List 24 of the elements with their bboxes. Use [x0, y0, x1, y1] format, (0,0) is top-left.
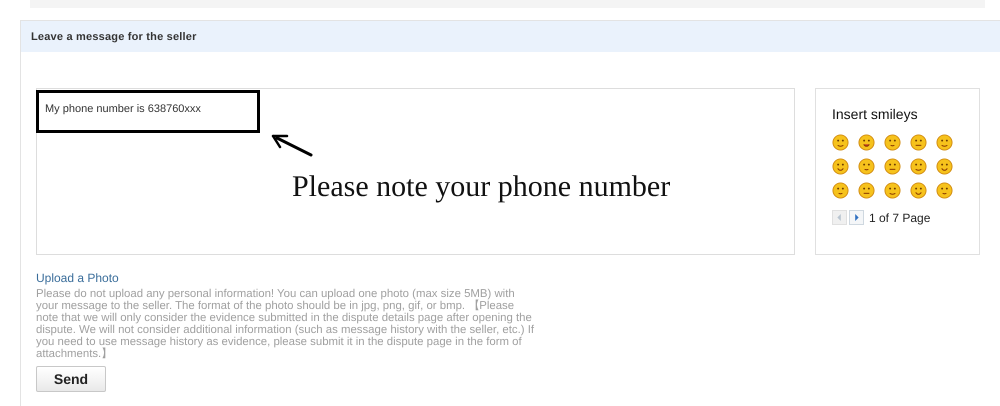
page-indicator: 1 of 7 Page — [869, 210, 930, 224]
smiley-icon[interactable] — [832, 158, 849, 175]
smiley-icon[interactable] — [936, 134, 953, 151]
smiley-icon[interactable] — [936, 182, 953, 199]
smiley-icon[interactable] — [910, 134, 927, 151]
smiley-icon[interactable] — [910, 158, 927, 175]
smiley-icon[interactable] — [936, 158, 953, 175]
annotation-note: Please note your phone number — [292, 170, 670, 204]
smiley-icon[interactable] — [858, 182, 875, 199]
next-page-button[interactable] — [849, 210, 864, 225]
upload-notice: Please do not upload any personal information! You can upload one photo (max size 5MB) with your message to the seller. The format of the photo should be in jpg, png, gif, or bmp. 【Please note that we will only consider the evidence submitted in the dispute details page after opening the dispute. We will not consider additional information (such as message history with the seller, etc.) If you need to use message history as evidence, please submit it in the dispute page in the form of attachments.】 — [36, 288, 536, 360]
smiley-icon[interactable] — [832, 134, 849, 151]
panel-title: Leave a message for the seller — [31, 30, 197, 42]
smiley-icon[interactable] — [884, 158, 901, 175]
smiley-icon[interactable] — [858, 158, 875, 175]
smiley-icon[interactable] — [910, 182, 927, 199]
smiley-icon[interactable] — [832, 182, 849, 199]
smileys-title: Insert smileys — [832, 106, 919, 122]
upload-photo-link[interactable]: Upload a Photo — [36, 271, 119, 285]
send-button[interactable]: Send — [36, 366, 106, 392]
smiley-icon[interactable] — [884, 134, 901, 151]
smiley-icon[interactable] — [884, 182, 901, 199]
arrow-icon — [271, 133, 315, 159]
smiley-icon[interactable] — [858, 134, 875, 151]
